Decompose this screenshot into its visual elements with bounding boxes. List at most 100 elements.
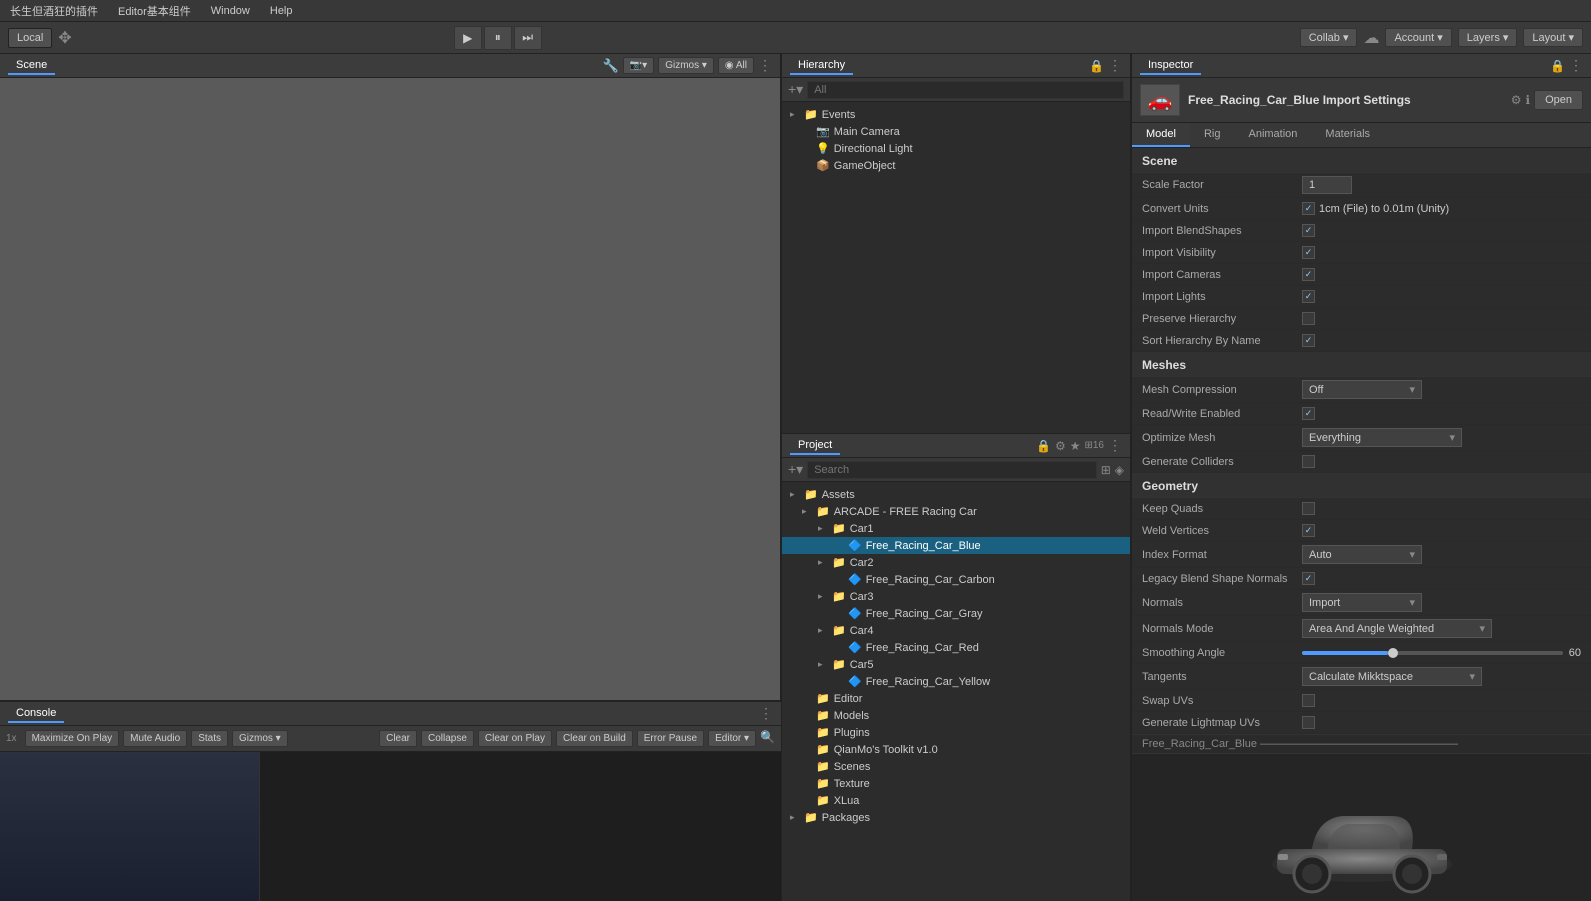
project-item-packages[interactable]: ▸ 📁 Packages <box>782 809 1130 826</box>
project-more-btn[interactable]: ⋮ <box>1108 437 1122 454</box>
mute-btn[interactable]: Mute Audio <box>123 730 187 747</box>
optimize-mesh-dropdown[interactable]: Everything <box>1302 428 1462 447</box>
hierarchy-item-gameobject[interactable]: 📦 GameObject <box>782 157 1130 174</box>
project-item-car5[interactable]: ▸ 📁 Car5 <box>782 656 1130 673</box>
mesh-compression-dropdown[interactable]: Off <box>1302 380 1422 399</box>
legacy-blend-checkbox[interactable] <box>1302 572 1315 585</box>
keep-quads-checkbox[interactable] <box>1302 502 1315 515</box>
project-item-car2[interactable]: ▸ 📁 Car2 <box>782 554 1130 571</box>
menu-editor[interactable]: Editor基本组件 <box>114 1 195 21</box>
project-item-xlua[interactable]: 📁 XLua <box>782 792 1130 809</box>
console-more-button[interactable]: ⋮ <box>759 705 773 722</box>
error-pause-btn[interactable]: Error Pause <box>637 730 704 747</box>
preserve-hierarchy-checkbox[interactable] <box>1302 312 1315 325</box>
sort-hierarchy-checkbox[interactable] <box>1302 334 1315 347</box>
project-item-editor[interactable]: 📁 Editor <box>782 690 1130 707</box>
project-item-car3[interactable]: ▸ 📁 Car3 <box>782 588 1130 605</box>
local-button[interactable]: Local <box>8 28 52 48</box>
inspector-tab[interactable]: Inspector <box>1140 57 1201 75</box>
layout-button[interactable]: Layout ▾ <box>1523 28 1583 47</box>
cloud-icon[interactable]: ☁ <box>1363 28 1379 48</box>
project-item-car4[interactable]: ▸ 📁 Car4 <box>782 622 1130 639</box>
tangents-dropdown[interactable]: Calculate Mikktspace <box>1302 667 1482 686</box>
project-item-texture[interactable]: 📁 Texture <box>782 775 1130 792</box>
layers-button[interactable]: Layers ▾ <box>1458 28 1518 47</box>
inspector-more-btn[interactable]: ⋮ <box>1569 57 1583 74</box>
project-item-car-red[interactable]: 🔷 Free_Racing_Car_Red <box>782 639 1130 656</box>
import-cameras-checkbox[interactable] <box>1302 268 1315 281</box>
scene-more-button[interactable]: ⋮ <box>758 57 772 74</box>
swap-uvs-checkbox[interactable] <box>1302 694 1315 707</box>
hierarchy-item-dir-light[interactable]: 💡 Directional Light <box>782 140 1130 157</box>
editor-btn[interactable]: Editor ▾ <box>708 730 756 747</box>
project-item-arcade[interactable]: ▸ 📁 ARCADE - FREE Racing Car <box>782 503 1130 520</box>
project-item-car-gray[interactable]: 🔷 Free_Racing_Car_Gray <box>782 605 1130 622</box>
transform-icon[interactable]: ✥ <box>58 28 71 48</box>
scale-factor-input[interactable] <box>1302 176 1352 194</box>
import-tab-animation[interactable]: Animation <box>1234 123 1311 147</box>
import-tab-materials[interactable]: Materials <box>1311 123 1384 147</box>
read-write-checkbox[interactable] <box>1302 407 1315 420</box>
wrench-icon[interactable]: 🔧 <box>603 58 619 74</box>
project-item-car-blue[interactable]: 🔷 Free_Racing_Car_Blue <box>782 537 1130 554</box>
stats-btn[interactable]: Stats <box>191 730 228 747</box>
menu-plugin[interactable]: 长生但酒狂的插件 <box>6 1 102 21</box>
project-item-car-yellow[interactable]: 🔷 Free_Racing_Car_Yellow <box>782 673 1130 690</box>
project-settings-icon[interactable]: ⚙ <box>1055 439 1066 453</box>
import-visibility-checkbox[interactable] <box>1302 246 1315 259</box>
pause-button[interactable]: ⏸ <box>484 26 512 50</box>
step-button[interactable]: ⏭ <box>514 26 542 50</box>
project-add-btn[interactable]: +▾ <box>788 461 803 478</box>
normals-dropdown[interactable]: Import <box>1302 593 1422 612</box>
project-tab[interactable]: Project <box>790 437 840 455</box>
scene-tab[interactable]: Scene <box>8 57 55 75</box>
import-tab-model[interactable]: Model <box>1132 123 1190 147</box>
hierarchy-lock-icon[interactable]: 🔒 <box>1089 59 1104 73</box>
project-lock-icon[interactable]: 🔒 <box>1036 439 1051 453</box>
all-button[interactable]: ◉ All <box>718 57 754 74</box>
project-item-car1[interactable]: ▸ 📁 Car1 <box>782 520 1130 537</box>
menu-help[interactable]: Help <box>266 3 297 19</box>
account-button[interactable]: Account ▾ <box>1385 28 1451 47</box>
gizmos-button[interactable]: Gizmos ▾ <box>658 57 714 74</box>
import-lights-checkbox[interactable] <box>1302 290 1315 303</box>
project-item-scenes[interactable]: 📁 Scenes <box>782 758 1130 775</box>
collab-button[interactable]: Collab ▾ <box>1300 28 1358 47</box>
menu-window[interactable]: Window <box>207 3 254 19</box>
import-blendshapes-checkbox[interactable] <box>1302 224 1315 237</box>
normals-mode-dropdown[interactable]: Area And Angle Weighted <box>1302 619 1492 638</box>
project-filter-icon[interactable]: ◈ <box>1115 463 1124 477</box>
play-button[interactable]: ▶ <box>454 26 482 50</box>
smoothing-slider-thumb[interactable] <box>1388 648 1398 658</box>
weld-vertices-checkbox[interactable] <box>1302 524 1315 537</box>
clear-btn[interactable]: Clear <box>379 730 417 747</box>
hierarchy-more-btn[interactable]: ⋮ <box>1108 57 1122 74</box>
index-format-dropdown[interactable]: Auto <box>1302 545 1422 564</box>
project-item-car-carbon[interactable]: 🔷 Free_Racing_Car_Carbon <box>782 571 1130 588</box>
clear-on-build-btn[interactable]: Clear on Build <box>556 730 633 747</box>
project-item-assets[interactable]: ▸ 📁 Assets <box>782 486 1130 503</box>
hierarchy-tab[interactable]: Hierarchy <box>790 57 853 75</box>
inspector-settings-icon[interactable]: ⚙ <box>1511 93 1522 107</box>
search-console-icon[interactable]: 🔍 <box>760 730 775 747</box>
inspector-lock-icon[interactable]: 🔒 <box>1550 59 1565 73</box>
clear-on-play-btn[interactable]: Clear on Play <box>478 730 552 747</box>
hierarchy-add-btn[interactable]: +▾ <box>788 81 803 98</box>
generate-lightmap-checkbox[interactable] <box>1302 716 1315 729</box>
console-tab[interactable]: Console <box>8 705 64 723</box>
gizmos-console-btn[interactable]: Gizmos ▾ <box>232 730 288 747</box>
open-button[interactable]: Open <box>1534 90 1583 110</box>
inspector-info-icon[interactable]: ℹ <box>1526 93 1531 107</box>
convert-units-checkbox[interactable] <box>1302 202 1315 215</box>
project-star-icon[interactable]: ★ <box>1070 439 1081 453</box>
project-item-models[interactable]: 📁 Models <box>782 707 1130 724</box>
collapse-btn[interactable]: Collapse <box>421 730 474 747</box>
hierarchy-item-main-camera[interactable]: 📷 Main Camera <box>782 123 1130 140</box>
import-tab-rig[interactable]: Rig <box>1190 123 1235 147</box>
project-item-qianmo[interactable]: 📁 QianMo's Toolkit v1.0 <box>782 741 1130 758</box>
hierarchy-search[interactable] <box>807 81 1124 99</box>
hierarchy-item-events[interactable]: ▸ 📁 Events <box>782 106 1130 123</box>
project-search[interactable] <box>807 461 1097 479</box>
camera-dropdown[interactable]: 📷▾ <box>623 57 654 74</box>
project-layout-icon[interactable]: ⊞ <box>1101 463 1111 477</box>
